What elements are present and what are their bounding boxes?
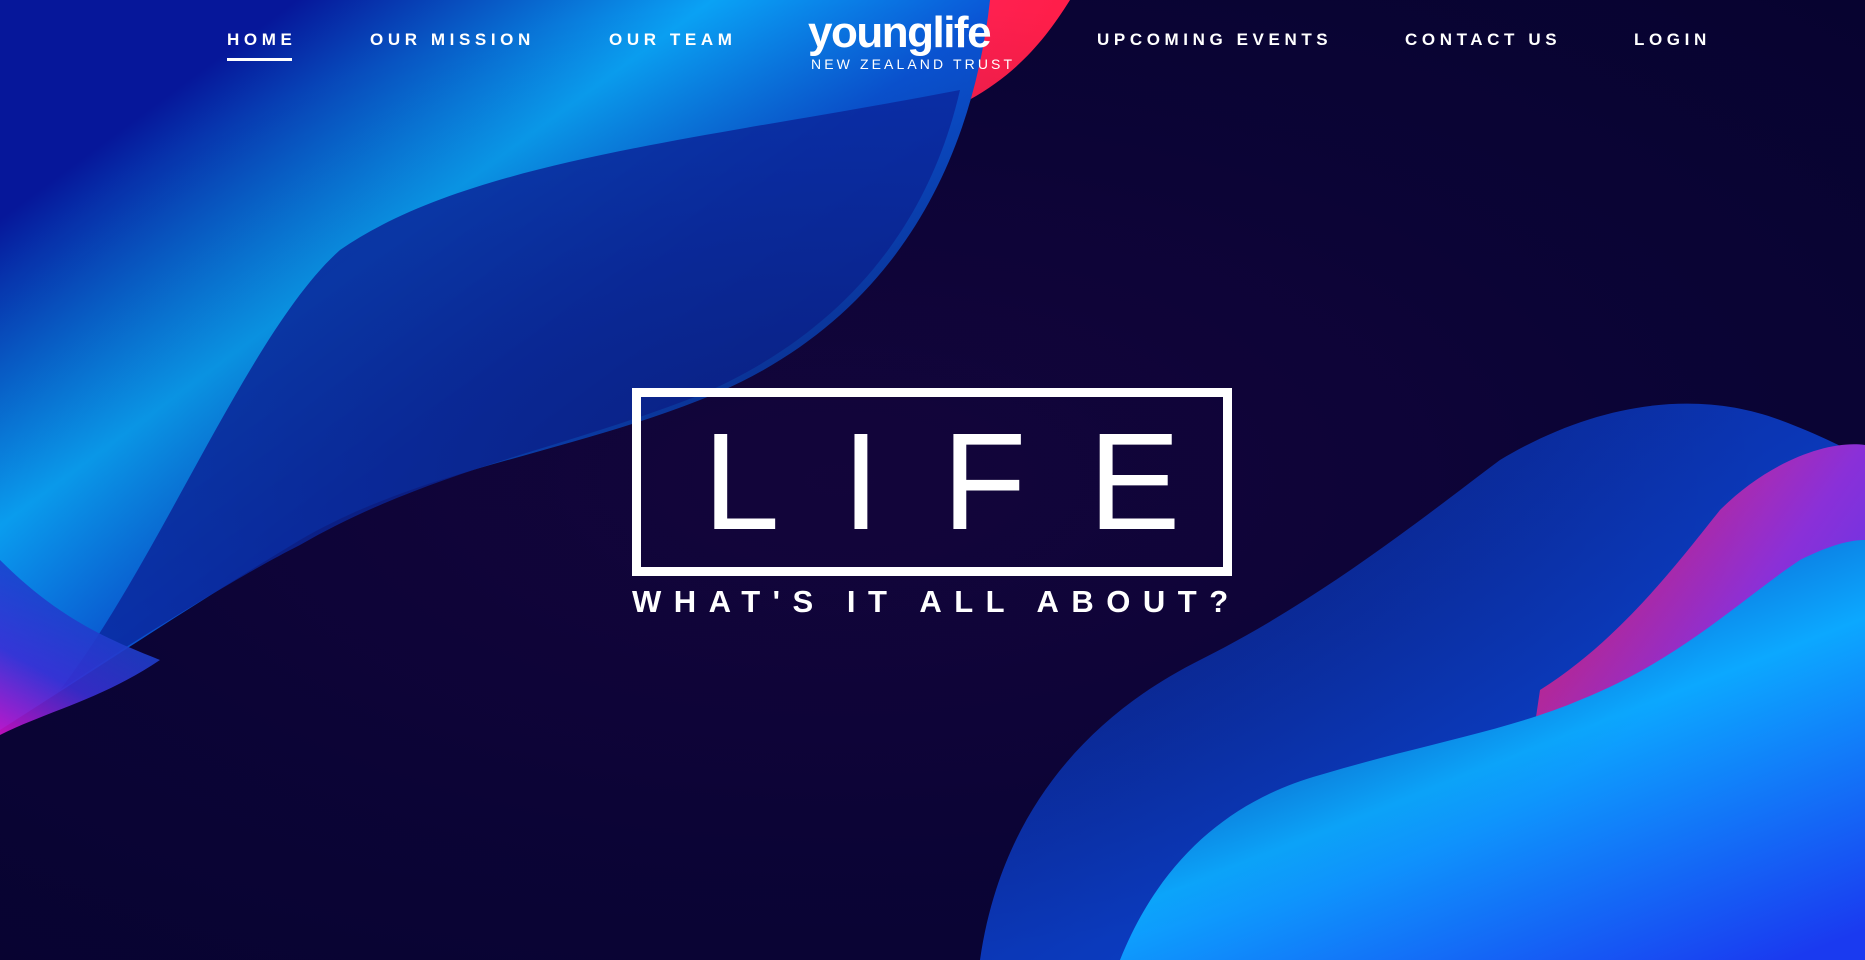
nav-home-link[interactable]: HOME xyxy=(227,30,296,61)
logo-subtitle: NEW ZEALAND TRUST xyxy=(811,56,1016,72)
page: HOME OUR MISSION OUR TEAM younglife NEW … xyxy=(0,0,1865,960)
nav-login-link[interactable]: LOGIN xyxy=(1634,30,1711,50)
main-navigation: HOME OUR MISSION OUR TEAM younglife NEW … xyxy=(0,0,1865,80)
hero-title-box: LIFE xyxy=(632,388,1232,576)
nav-our-mission-link[interactable]: OUR MISSION xyxy=(370,30,535,50)
logo-wordmark: younglife xyxy=(808,8,992,57)
younglife-logo[interactable]: younglife NEW ZEALAND TRUST xyxy=(808,10,1018,74)
hero-subtitle: WHAT'S IT ALL ABOUT? xyxy=(632,584,1241,619)
nav-upcoming-events-link[interactable]: UPCOMING EVENTS xyxy=(1097,30,1332,50)
hero-title: LIFE xyxy=(703,405,1243,559)
nav-our-team-link[interactable]: OUR TEAM xyxy=(609,30,736,50)
nav-contact-us-link[interactable]: CONTACT US xyxy=(1405,30,1561,50)
